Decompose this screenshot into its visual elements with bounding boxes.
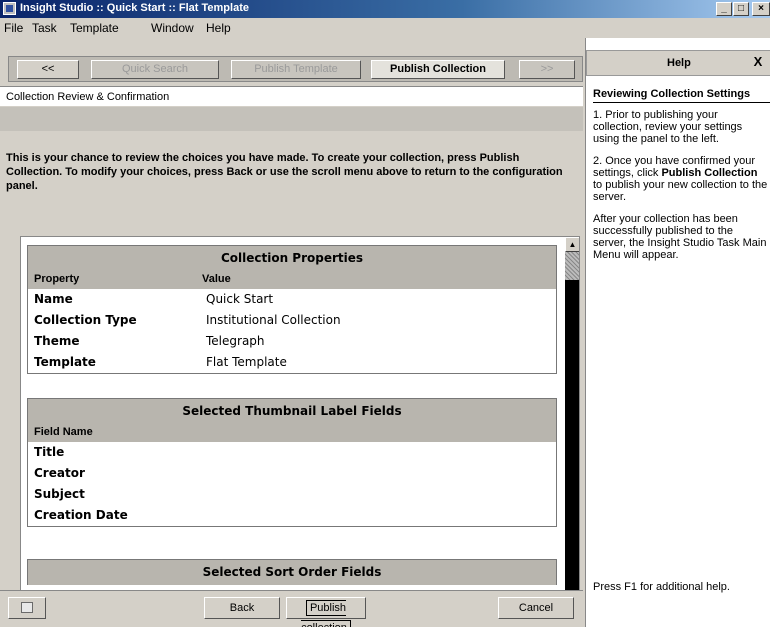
thumbnail-label-fields-table: Selected Thumbnail Label Fields Field Na… <box>27 398 557 527</box>
help-subheading: Reviewing Collection Settings <box>593 88 770 103</box>
help-content: Reviewing Collection Settings 1. Prior t… <box>593 88 770 271</box>
nav-publish-template-button[interactable]: Publish Template <box>231 60 361 79</box>
table-title: Selected Thumbnail Label Fields <box>28 399 556 424</box>
help-close-icon[interactable]: X <box>750 54 766 70</box>
minimize-button[interactable]: _ <box>716 2 732 16</box>
nav-back-button[interactable]: << <box>17 60 79 79</box>
table-row: Template Flat Template <box>28 352 556 373</box>
property-name: Collection Type <box>34 313 137 327</box>
table-row: Theme Telegraph <box>28 331 556 352</box>
nav-publish-collection-button[interactable]: Publish Collection <box>371 60 505 79</box>
help-header: Help X <box>586 50 770 76</box>
field-name: Creator <box>34 466 85 480</box>
window-title: Insight Studio :: Quick Start :: Flat Te… <box>20 2 249 14</box>
window-title-bar: Insight Studio :: Quick Start :: Flat Te… <box>0 0 770 18</box>
close-window-button[interactable]: × <box>752 2 770 16</box>
home-button[interactable] <box>8 597 46 619</box>
nav-forward-button[interactable]: >> <box>519 60 575 79</box>
nav-quick-search-button[interactable]: Quick Search <box>91 60 219 79</box>
maximize-button[interactable]: □ <box>733 2 749 16</box>
wizard-nav-bar: << Quick Search Publish Template Publish… <box>8 56 583 82</box>
table-row: Subject <box>28 484 556 505</box>
property-value: Institutional Collection <box>206 313 341 327</box>
review-scroll-pane[interactable]: Collection Properties Property Value Nam… <box>20 236 580 622</box>
field-name: Subject <box>34 487 85 501</box>
collection-properties-table: Collection Properties Property Value Nam… <box>27 245 557 374</box>
property-value: Flat Template <box>206 355 287 369</box>
menu-window[interactable]: Window <box>151 21 194 35</box>
help-footer-text: Press F1 for additional help. <box>593 581 730 593</box>
scroll-up-arrow-icon[interactable]: ▲ <box>565 237 579 252</box>
main-panel: << Quick Search Publish Template Publish… <box>0 38 583 627</box>
table-row: Collection Type Institutional Collection <box>28 310 556 331</box>
table-row: Name Quick Start <box>28 289 556 310</box>
property-value: Telegraph <box>206 334 265 348</box>
cancel-button[interactable]: Cancel <box>498 597 574 619</box>
section-title: Collection Review & Confirmation <box>0 86 583 106</box>
help-emphasis: Publish Collection <box>661 167 758 179</box>
help-text: to publish your new collection to the se… <box>593 179 768 203</box>
scroll-thumb[interactable] <box>565 252 579 280</box>
menu-help[interactable]: Help <box>206 21 231 35</box>
home-icon <box>21 602 33 613</box>
help-panel: Help X Reviewing Collection Settings 1. … <box>585 38 770 627</box>
intro-text: This is your chance to review the choice… <box>6 152 563 192</box>
publish-collection-label: Publish collection <box>301 600 351 627</box>
table-title: Collection Properties <box>28 246 556 271</box>
field-name: Title <box>34 445 65 459</box>
table-header: Field Name <box>28 424 556 442</box>
wizard-footer: Back Publish collection Cancel <box>0 590 583 627</box>
sort-order-fields-table: Selected Sort Order Fields <box>27 559 557 585</box>
menu-file[interactable]: File <box>4 21 23 35</box>
back-button[interactable]: Back <box>204 597 280 619</box>
field-name: Creation Date <box>34 508 128 522</box>
column-header-field-name: Field Name <box>34 426 93 438</box>
table-title: Selected Sort Order Fields <box>28 560 556 585</box>
help-paragraph-2: 2. Once you have confirmed your settings… <box>593 155 769 203</box>
help-title: Help <box>667 57 691 69</box>
property-name: Name <box>34 292 73 306</box>
table-row: Creator <box>28 463 556 484</box>
menu-bar: File Task Template Window Help <box>0 18 770 38</box>
vertical-scrollbar[interactable]: ▲ ▼ <box>565 237 579 621</box>
section-divider <box>0 107 583 131</box>
column-header-property: Property <box>34 273 80 285</box>
property-value: Quick Start <box>206 292 274 306</box>
menu-template[interactable]: Template <box>70 21 119 35</box>
property-name: Template <box>34 355 96 369</box>
table-header: Property Value <box>28 271 556 289</box>
column-header-value: Value <box>202 273 231 285</box>
help-paragraph-3: After your collection has been successfu… <box>593 213 767 261</box>
app-icon <box>3 2 16 15</box>
menu-task[interactable]: Task <box>32 21 57 35</box>
table-row: Creation Date <box>28 505 556 526</box>
help-paragraph-1: 1. Prior to publishing your collection, … <box>593 109 743 145</box>
publish-collection-button[interactable]: Publish collection <box>286 597 366 627</box>
property-name: Theme <box>34 334 80 348</box>
table-row: Title <box>28 442 556 463</box>
